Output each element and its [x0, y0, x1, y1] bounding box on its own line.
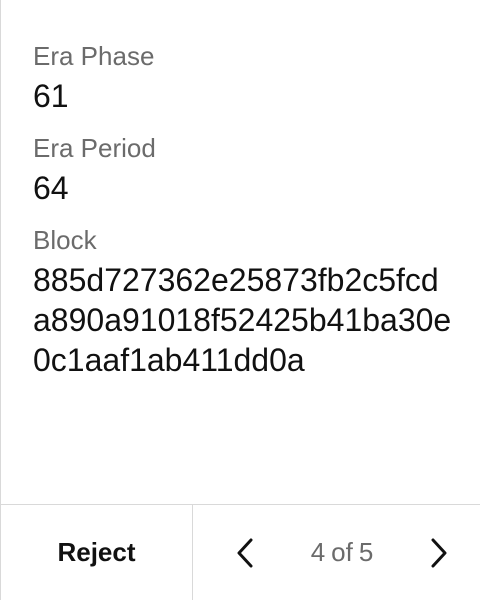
era-period-label: Era Period [33, 133, 156, 163]
pagination: 4 of 5 [193, 505, 480, 600]
action-footer: Reject 4 of 5 [1, 504, 480, 600]
field-block: Block 885d727362e25873fb2c5fcda890a91018… [33, 224, 451, 380]
previous-page-button[interactable] [229, 533, 261, 573]
current-page: 4 [310, 537, 326, 567]
next-page-button[interactable] [423, 533, 455, 573]
block-label: Block [33, 225, 97, 255]
total-pages: 5 [358, 537, 374, 567]
chevron-left-icon [237, 538, 253, 567]
page-of-label: of [331, 537, 353, 567]
block-hash-value: 885d727362e25873fb2c5fcda890a91018f52425… [33, 262, 452, 378]
page-indicator: 4 of 5 [311, 537, 374, 568]
era-phase-value: 61 [33, 78, 69, 114]
chevron-right-icon [431, 538, 447, 567]
transaction-review-screen: Era Phase 61 Era Period 64 Block 885d727… [0, 0, 480, 600]
reject-button[interactable]: Reject [1, 505, 193, 600]
details-panel: Era Phase 61 Era Period 64 Block 885d727… [1, 0, 480, 504]
era-phase-label: Era Phase [33, 41, 155, 71]
era-period-value: 64 [33, 170, 69, 206]
field-era-phase: Era Phase 61 [33, 40, 449, 116]
field-era-period: Era Period 64 [33, 132, 449, 208]
